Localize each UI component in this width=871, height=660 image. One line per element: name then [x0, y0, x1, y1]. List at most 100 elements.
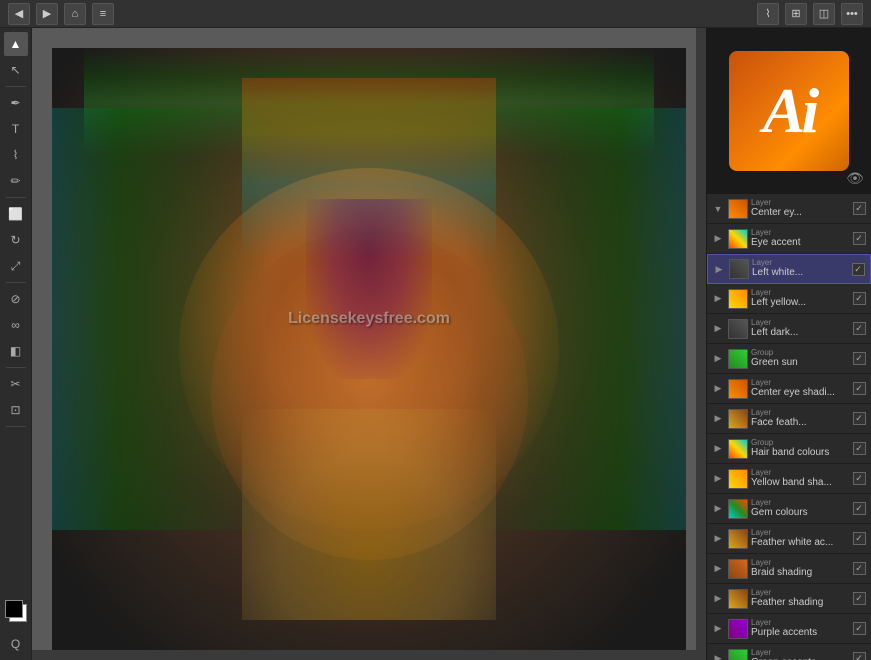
layer-item[interactable]: ▶LayerLeft dark...✓ — [707, 314, 871, 344]
menu-button[interactable]: ≡ — [92, 3, 114, 25]
layer-expand-icon[interactable]: ▼ — [711, 202, 725, 216]
checkbox-icon: ✓ — [853, 652, 866, 660]
layer-visibility-checkbox[interactable]: ✓ — [851, 321, 867, 337]
layer-visibility-checkbox[interactable]: ✓ — [851, 561, 867, 577]
layer-info: LayerEye accent — [751, 229, 851, 249]
layer-item[interactable]: ▶ LayerCenter eye shadi...✓ — [707, 374, 871, 404]
layer-item[interactable]: ▶GroupHair band colours✓ — [707, 434, 871, 464]
layer-name-label: Gem colours — [751, 507, 851, 519]
layer-visibility-checkbox[interactable]: ✓ — [851, 441, 867, 457]
layer-expand-icon[interactable]: ▶ — [711, 502, 725, 516]
more-button[interactable]: ••• — [841, 3, 863, 25]
layer-type-label: Layer — [751, 379, 851, 387]
layer-thumbnail — [728, 499, 748, 519]
layer-info: LayerPurple accents — [751, 619, 851, 639]
horizontal-scrollbar[interactable] — [32, 650, 696, 660]
pencil-tool[interactable]: ✏ — [4, 169, 28, 193]
layer-name-label: Left yellow... — [751, 297, 851, 309]
vertical-scrollbar[interactable] — [696, 28, 706, 660]
checkbox-icon: ✓ — [853, 412, 866, 425]
type-tool[interactable]: T — [4, 117, 28, 141]
layer-expand-icon[interactable]: ▶ — [711, 592, 725, 606]
layer-item[interactable]: ▶LayerYellow band sha...✓ — [707, 464, 871, 494]
rotate-tool[interactable]: ↻ — [4, 228, 28, 252]
scale-tool[interactable]: ⤢ — [4, 254, 28, 278]
layer-item[interactable]: ▶LayerFace feath...✓ — [707, 404, 871, 434]
eyedropper-tool[interactable]: ⊘ — [4, 287, 28, 311]
layer-item[interactable]: ▶LayerLeft yellow...✓ — [707, 284, 871, 314]
layer-expand-icon[interactable]: ▶ — [711, 292, 725, 306]
layer-expand-icon[interactable]: ▶ — [711, 232, 725, 246]
layer-item[interactable]: ▶ LayerEye accent✓ — [707, 224, 871, 254]
layer-type-label: Layer — [752, 259, 850, 267]
layer-expand-icon[interactable]: ▶ — [711, 382, 725, 396]
layer-visibility-checkbox[interactable]: ✓ — [851, 351, 867, 367]
layer-visibility-checkbox[interactable]: ✓ — [851, 381, 867, 397]
layer-expand-icon[interactable]: ▶ — [711, 352, 725, 366]
layer-item[interactable]: ▶LayerFeather white ac...✓ — [707, 524, 871, 554]
layer-expand-icon[interactable]: ▶ — [711, 472, 725, 486]
gradient-tool[interactable]: ◧ — [4, 339, 28, 363]
select-tool[interactable]: ▲ — [4, 32, 28, 56]
eye-icon[interactable]: 👁 — [845, 168, 865, 188]
pen-tool[interactable]: ✒ — [4, 91, 28, 115]
layer-visibility-checkbox[interactable]: ✓ — [851, 621, 867, 637]
canvas-area[interactable]: Licensekeysfree.com — [32, 28, 706, 660]
layer-visibility-checkbox[interactable]: ✓ — [851, 501, 867, 517]
layer-item[interactable]: ▶LayerGreen accents✓ — [707, 644, 871, 660]
foreground-color-box[interactable] — [5, 600, 23, 618]
tool-separator-2 — [6, 197, 26, 198]
layer-expand-icon[interactable]: ▶ — [711, 442, 725, 456]
ai-logo-box: Ai — [729, 51, 849, 171]
brush-button[interactable]: ⌇ — [757, 3, 779, 25]
layer-visibility-checkbox[interactable]: ✓ — [851, 531, 867, 547]
direct-select-tool[interactable]: ↖ — [4, 58, 28, 82]
layer-expand-icon[interactable]: ▶ — [712, 262, 726, 276]
layer-name-label: Yellow band sha... — [751, 477, 851, 489]
checkbox-icon: ✓ — [853, 622, 866, 635]
layer-expand-icon[interactable]: ▶ — [711, 412, 725, 426]
layer-name-label: Braid shading — [751, 567, 851, 579]
layer-item[interactable]: ▶LayerBraid shading✓ — [707, 554, 871, 584]
layer-expand-icon[interactable]: ▶ — [711, 562, 725, 576]
home-button[interactable]: ⌂ — [64, 3, 86, 25]
scissors-tool[interactable]: ✂ — [4, 372, 28, 396]
paintbrush-tool[interactable]: ⌇ — [4, 143, 28, 167]
color-controls — [1, 596, 31, 626]
layer-item[interactable]: ▶LayerGem colours✓ — [707, 494, 871, 524]
layer-expand-icon[interactable]: ▶ — [711, 652, 725, 660]
layer-expand-icon[interactable]: ▶ — [711, 532, 725, 546]
layer-visibility-checkbox[interactable]: ✓ — [851, 591, 867, 607]
checkbox-icon: ✓ — [853, 382, 866, 395]
layer-item[interactable]: ▶LayerLeft white...✓ — [707, 254, 871, 284]
layer-expand-icon[interactable]: ▶ — [711, 622, 725, 636]
layer-info: LayerCenter eye shadi... — [751, 379, 851, 399]
layer-item[interactable]: ▶ LayerPurple accents✓ — [707, 614, 871, 644]
right-panel: Ai 👁 ▼LayerCenter ey...✓ ▶ LayerEye accent… — [706, 28, 871, 660]
layer-expand-icon[interactable]: ▶ — [711, 322, 725, 336]
grid-button[interactable]: ⊞ — [785, 3, 807, 25]
layer-name-label: Green sun — [751, 357, 851, 369]
layers-panel[interactable]: ▼LayerCenter ey...✓▶LayerEye accent✓▶Lay… — [707, 194, 871, 660]
artboard-tool[interactable]: ⊡ — [4, 398, 28, 422]
layer-visibility-checkbox[interactable]: ✓ — [850, 261, 866, 277]
layer-item[interactable]: ▼LayerCenter ey...✓ — [707, 194, 871, 224]
forward-button[interactable]: ▶ — [36, 3, 58, 25]
layer-item[interactable]: ▶GroupGreen sun✓ — [707, 344, 871, 374]
blend-tool[interactable]: ∞ — [4, 313, 28, 337]
layer-visibility-checkbox[interactable]: ✓ — [851, 471, 867, 487]
layer-name-label: Purple accents — [751, 627, 851, 639]
layer-visibility-checkbox[interactable]: ✓ — [851, 291, 867, 307]
back-button[interactable]: ◀ — [8, 3, 30, 25]
layer-item[interactable]: ▶LayerFeather shading✓ — [707, 584, 871, 614]
layer-visibility-checkbox[interactable]: ✓ — [851, 411, 867, 427]
layer-visibility-checkbox[interactable]: ✓ — [851, 201, 867, 217]
layer-visibility-checkbox[interactable]: ✓ — [851, 231, 867, 247]
zoom-tool[interactable]: Q — [4, 632, 28, 656]
tool-separator-5 — [6, 426, 26, 427]
eraser-tool[interactable]: ⬜ — [4, 202, 28, 226]
layer-visibility-checkbox[interactable]: ✓ — [851, 651, 867, 660]
layers-button[interactable]: ◫ — [813, 3, 835, 25]
layer-type-label: Layer — [751, 229, 851, 237]
ai-logo-area: Ai 👁 — [707, 28, 871, 194]
